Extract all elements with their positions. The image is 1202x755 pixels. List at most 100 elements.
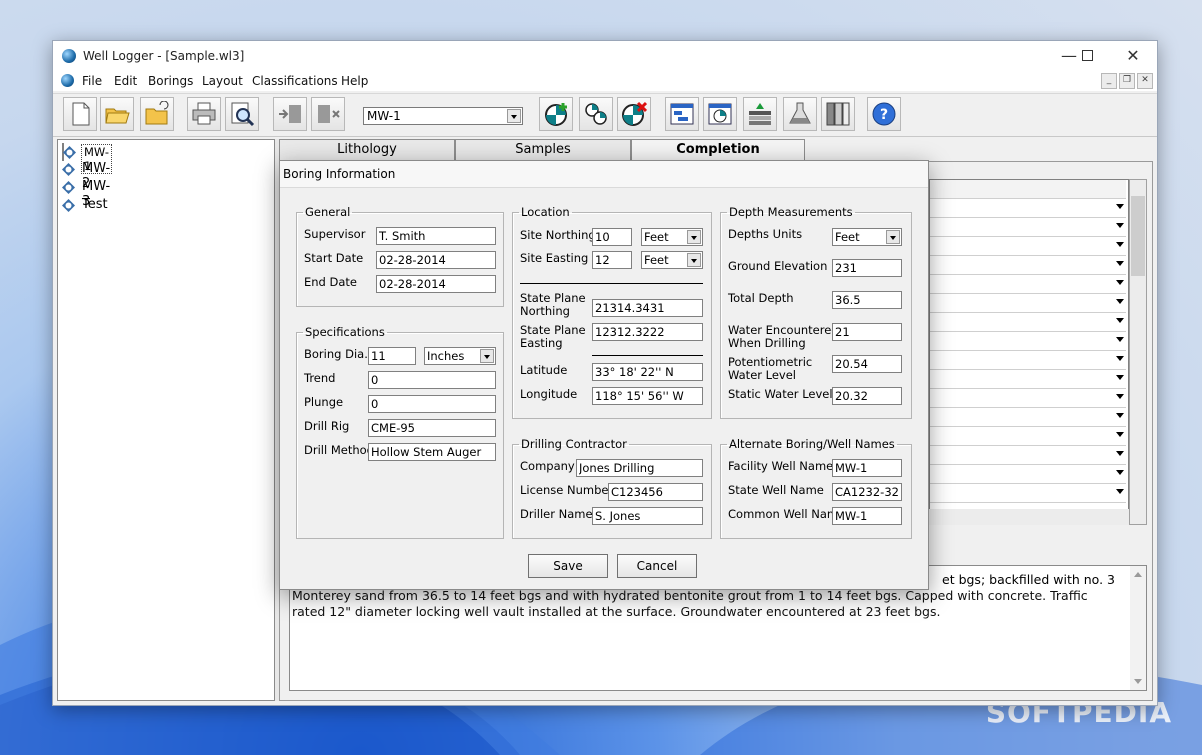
driller-name-input[interactable] <box>592 507 703 525</box>
drill-method-input[interactable] <box>368 443 496 461</box>
table-row[interactable] <box>930 465 1126 484</box>
depths-units-select[interactable]: Feet <box>832 228 902 246</box>
state-well-name-input[interactable] <box>832 483 902 501</box>
facility-well-name-input[interactable] <box>832 459 902 477</box>
menu-help[interactable]: Help <box>341 74 368 88</box>
ground-elevation-input[interactable] <box>832 259 902 277</box>
delete-well-button[interactable] <box>617 97 651 131</box>
site-northing-units-select[interactable]: Feet <box>641 228 703 246</box>
dropdown-arrow-icon[interactable] <box>1116 280 1124 285</box>
table-row[interactable] <box>930 427 1126 446</box>
mdi-minimize-button[interactable]: _ <box>1101 73 1117 89</box>
supervisor-input[interactable] <box>376 227 496 245</box>
classifications-button[interactable] <box>783 97 817 131</box>
water-encountered-input[interactable] <box>832 323 902 341</box>
menu-layout[interactable]: Layout <box>202 74 243 88</box>
dropdown-arrow-icon[interactable] <box>1116 451 1124 456</box>
copy-well-button[interactable] <box>579 97 613 131</box>
dropdown-arrow-icon[interactable] <box>1116 299 1124 304</box>
notes-scrollbar[interactable] <box>1130 566 1146 690</box>
dropdown-arrow-icon[interactable] <box>1116 242 1124 247</box>
table-row[interactable] <box>930 199 1126 218</box>
table-row[interactable] <box>930 237 1126 256</box>
longitude-input[interactable] <box>592 387 703 405</box>
chevron-down-icon[interactable] <box>480 349 494 363</box>
table-row[interactable] <box>930 351 1126 370</box>
menu-edit[interactable]: Edit <box>114 74 137 88</box>
plunge-input[interactable] <box>368 395 496 413</box>
state-plane-easting-input[interactable] <box>592 323 703 341</box>
grid-horizontal-scrollbar[interactable] <box>929 509 1129 525</box>
dropdown-arrow-icon[interactable] <box>1116 432 1124 437</box>
new-file-button[interactable] <box>63 97 97 131</box>
boring-select[interactable]: MW-1 <box>363 107 523 125</box>
tree-item[interactable]: MW-1 <box>62 143 112 174</box>
dropdown-arrow-icon[interactable] <box>1116 223 1124 228</box>
table-row[interactable] <box>930 446 1126 465</box>
dropdown-arrow-icon[interactable] <box>1116 470 1124 475</box>
menu-borings[interactable]: Borings <box>148 74 193 88</box>
potentiometric-level-input[interactable] <box>832 355 902 373</box>
table-row[interactable] <box>930 484 1126 503</box>
drill-rig-input[interactable] <box>368 419 496 437</box>
company-input[interactable] <box>576 459 703 477</box>
tab-lithology[interactable]: Lithology <box>279 139 455 160</box>
well-layout-button[interactable] <box>703 97 737 131</box>
print-preview-button[interactable] <box>225 97 259 131</box>
total-depth-input[interactable] <box>832 291 902 309</box>
cancel-button[interactable]: Cancel <box>617 554 697 578</box>
license-number-input[interactable] <box>608 483 703 501</box>
dropdown-arrow-icon[interactable] <box>1116 204 1124 209</box>
dropdown-arrow-icon[interactable] <box>1116 375 1124 380</box>
dropdown-arrow-icon[interactable] <box>1116 394 1124 399</box>
table-row[interactable] <box>930 256 1126 275</box>
layout-button[interactable] <box>665 97 699 131</box>
chevron-down-icon[interactable] <box>687 230 701 244</box>
table-row[interactable] <box>930 408 1126 427</box>
table-row[interactable] <box>930 389 1126 408</box>
site-easting-input[interactable] <box>592 251 632 269</box>
latitude-input[interactable] <box>592 363 703 381</box>
tab-samples[interactable]: Samples <box>455 139 631 160</box>
end-date-input[interactable] <box>376 275 496 293</box>
scroll-up-icon[interactable] <box>1134 572 1142 577</box>
mdi-restore-button[interactable]: ❐ <box>1119 73 1135 89</box>
insert-boring-button[interactable] <box>273 97 307 131</box>
start-date-input[interactable] <box>376 251 496 269</box>
table-row[interactable] <box>930 313 1126 332</box>
trend-input[interactable] <box>368 371 496 389</box>
open-file-button[interactable] <box>100 97 134 131</box>
help-button[interactable]: ? <box>867 97 901 131</box>
dropdown-arrow-icon[interactable] <box>1116 356 1124 361</box>
table-row[interactable] <box>930 218 1126 237</box>
table-row[interactable] <box>930 370 1126 389</box>
boring-dia-units-select[interactable]: Inches <box>424 347 496 365</box>
menu-file[interactable]: File <box>82 74 102 88</box>
maximize-button[interactable] <box>1067 45 1107 67</box>
table-row[interactable] <box>930 332 1126 351</box>
menu-classifications[interactable]: Classifications <box>252 74 338 88</box>
scroll-down-icon[interactable] <box>1134 679 1142 684</box>
table-row[interactable] <box>930 294 1126 313</box>
chevron-down-icon[interactable] <box>687 253 701 267</box>
scroll-thumb[interactable] <box>1131 196 1145 276</box>
dropdown-arrow-icon[interactable] <box>1116 318 1124 323</box>
static-water-level-input[interactable] <box>832 387 902 405</box>
site-northing-input[interactable] <box>592 228 632 246</box>
open-recent-button[interactable] <box>140 97 174 131</box>
chevron-down-icon[interactable] <box>886 230 900 244</box>
print-button[interactable] <box>187 97 221 131</box>
dropdown-arrow-icon[interactable] <box>1116 337 1124 342</box>
dropdown-arrow-icon[interactable] <box>1116 489 1124 494</box>
tab-completion[interactable]: Completion <box>631 139 805 162</box>
columns-button[interactable] <box>821 97 855 131</box>
save-button[interactable]: Save <box>528 554 608 578</box>
table-row[interactable] <box>930 275 1126 294</box>
state-plane-northing-input[interactable] <box>592 299 703 317</box>
boring-dia-input[interactable] <box>368 347 416 365</box>
mdi-close-button[interactable]: ✕ <box>1137 73 1153 89</box>
chevron-down-icon[interactable] <box>507 109 521 123</box>
dropdown-arrow-icon[interactable] <box>1116 261 1124 266</box>
dropdown-arrow-icon[interactable] <box>1116 413 1124 418</box>
delete-boring-button[interactable] <box>311 97 345 131</box>
